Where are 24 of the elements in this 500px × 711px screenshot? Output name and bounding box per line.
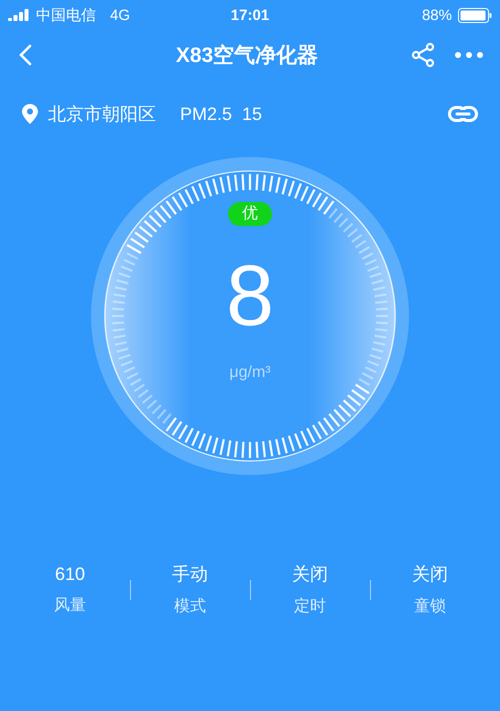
stat-label: 定时 xyxy=(294,596,326,617)
air-quality-badge: 优 xyxy=(228,202,272,226)
network-type: 4G xyxy=(110,6,130,24)
pm-label: PM2.5 xyxy=(180,104,232,124)
clock-time: 17:01 xyxy=(230,6,270,24)
battery-icon xyxy=(458,8,492,22)
stat-label: 童锁 xyxy=(414,596,446,617)
pm-value: 15 xyxy=(242,104,264,124)
link-icon[interactable] xyxy=(448,106,478,122)
stat-value: 关闭 xyxy=(412,563,448,586)
city-name: 北京市朝阳区 xyxy=(48,103,156,126)
stat-label: 风量 xyxy=(54,596,86,616)
stat-value: 610 xyxy=(54,564,86,584)
page-title: X83空气净化器 xyxy=(174,43,320,69)
unit-label: μg/m³ xyxy=(229,364,271,382)
stat-label: 模式 xyxy=(174,596,206,617)
location-pin-icon xyxy=(22,104,38,124)
stat-value: 手动 xyxy=(172,563,208,586)
signal-icon xyxy=(8,9,30,21)
pm-reading: 8 xyxy=(226,248,274,344)
more-icon[interactable] xyxy=(454,51,484,59)
carrier-name: 中国电信 xyxy=(36,6,96,24)
stat-value: 关闭 xyxy=(292,563,328,586)
battery-percent: 88% xyxy=(422,6,452,24)
